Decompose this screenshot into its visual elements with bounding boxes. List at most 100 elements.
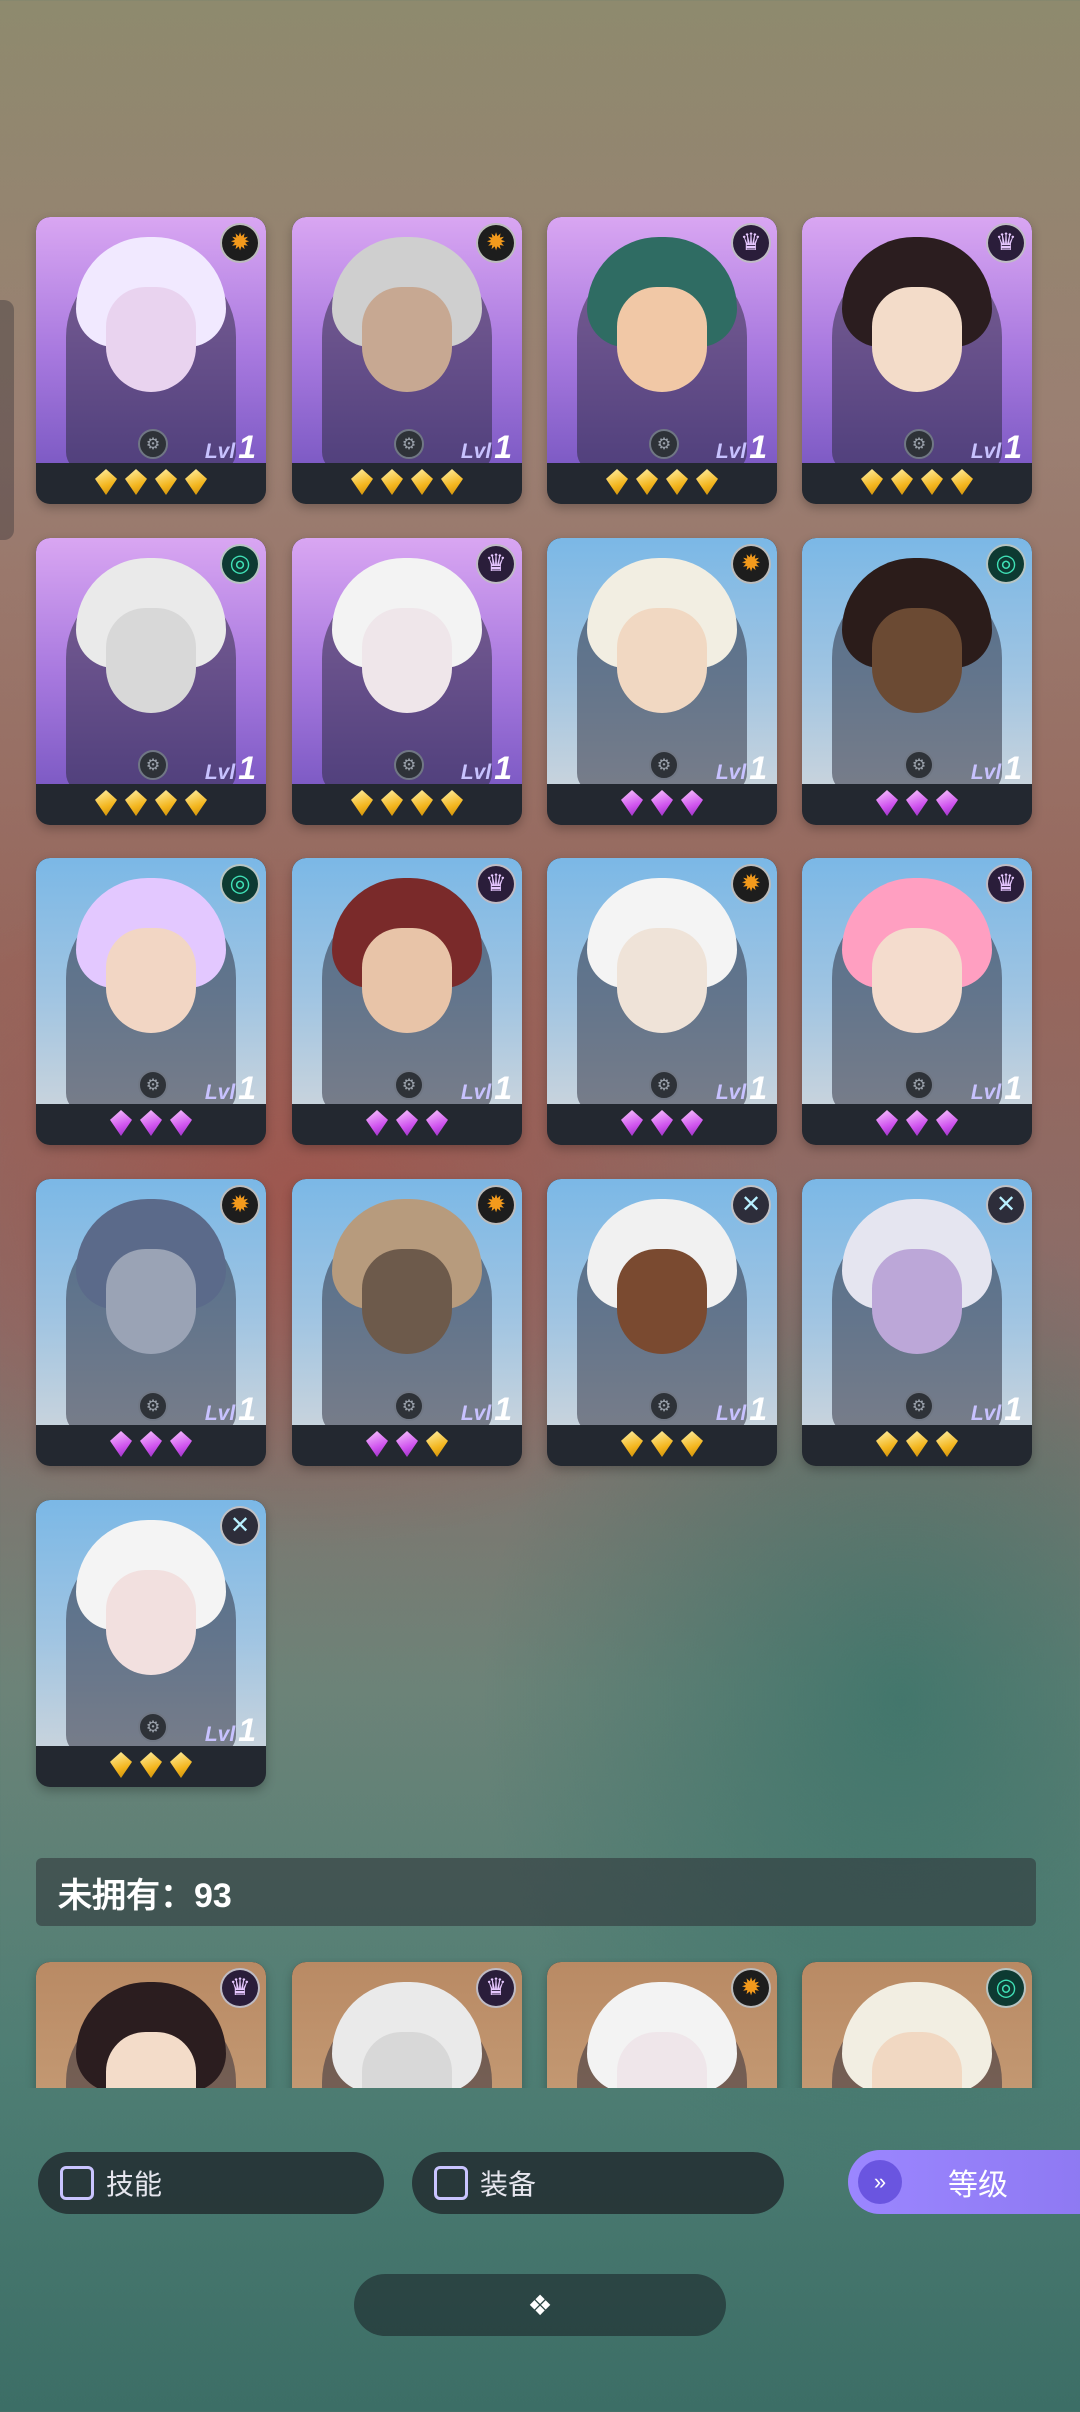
hero-face bbox=[106, 608, 196, 713]
rarity-gems bbox=[36, 1110, 266, 1140]
faction-sun-icon: ✹ bbox=[731, 1968, 771, 2008]
faction-dark-icon: ♛ bbox=[986, 223, 1026, 263]
hero-card[interactable]: ✹ bbox=[547, 1962, 777, 2088]
level-number: 1 bbox=[238, 1070, 256, 1106]
hero-card[interactable]: ♛ bbox=[36, 1962, 266, 2088]
gold-gem-icon bbox=[125, 790, 147, 816]
level-number: 1 bbox=[1004, 750, 1022, 786]
hero-face bbox=[106, 1249, 196, 1354]
hero-card[interactable]: ◎ ⚙ Lvl 1 bbox=[36, 538, 266, 825]
hero-card[interactable]: ✹ ⚙ Lvl 1 bbox=[292, 217, 522, 504]
equipment-slot-icon: ⚙ bbox=[649, 429, 679, 459]
hero-face bbox=[362, 928, 452, 1033]
level-label: Lvl bbox=[460, 1081, 492, 1104]
level-number: 1 bbox=[238, 429, 256, 465]
equipment-slot-icon: ⚙ bbox=[649, 1391, 679, 1421]
hero-card[interactable]: ✹ ⚙ Lvl 1 bbox=[292, 1179, 522, 1466]
equipment-slot-icon: ⚙ bbox=[394, 1391, 424, 1421]
faction-dark-icon: ♛ bbox=[476, 1968, 516, 2008]
hero-face bbox=[106, 287, 196, 392]
hero-card[interactable]: ♛ bbox=[292, 1962, 522, 2088]
gold-gem-icon bbox=[651, 1431, 673, 1457]
hero-level: Lvl 1 bbox=[716, 1070, 767, 1106]
hero-card[interactable]: ✕ ⚙ Lvl 1 bbox=[802, 1179, 1032, 1466]
hero-level: Lvl 1 bbox=[205, 750, 256, 786]
hero-card[interactable]: ✕ ⚙ Lvl 1 bbox=[36, 1500, 266, 1787]
faction-nature-icon: ◎ bbox=[986, 1968, 1026, 2008]
level-number: 1 bbox=[238, 750, 256, 786]
rarity-gems bbox=[547, 1110, 777, 1140]
hero-level: Lvl 1 bbox=[461, 1070, 512, 1106]
hero-card[interactable]: ♛ ⚙ Lvl 1 bbox=[292, 538, 522, 825]
level-label: Lvl bbox=[460, 440, 492, 463]
gold-gem-icon bbox=[155, 790, 177, 816]
hero-card[interactable]: ♛ ⚙ Lvl 1 bbox=[292, 858, 522, 1145]
equipment-filter-label: 装备 bbox=[480, 2169, 537, 2200]
level-label: Lvl bbox=[204, 761, 236, 784]
hero-face bbox=[362, 608, 452, 713]
equipment-slot-icon: ⚙ bbox=[138, 1712, 168, 1742]
level-number: 1 bbox=[1004, 1391, 1022, 1427]
hero-level: Lvl 1 bbox=[205, 1070, 256, 1106]
collapse-icon: ❖ bbox=[527, 2289, 553, 2321]
faction-sun-icon: ✹ bbox=[731, 864, 771, 904]
gold-gem-icon bbox=[381, 790, 403, 816]
level-label: Lvl bbox=[460, 761, 492, 784]
equipment-checkbox[interactable] bbox=[434, 2166, 468, 2200]
hero-card[interactable]: ✹ ⚙ Lvl 1 bbox=[36, 1179, 266, 1466]
skill-filter-toggle[interactable]: 技能 bbox=[38, 2152, 384, 2214]
hero-level: Lvl 1 bbox=[461, 429, 512, 465]
level-label: Lvl bbox=[204, 1081, 236, 1104]
purple-gem-icon bbox=[651, 790, 673, 816]
hero-card[interactable]: ✹ ⚙ Lvl 1 bbox=[36, 217, 266, 504]
level-label: Lvl bbox=[970, 1081, 1002, 1104]
faction-arcane-icon: ✕ bbox=[731, 1185, 771, 1225]
hero-level: Lvl 1 bbox=[205, 1712, 256, 1748]
equipment-slot-icon: ⚙ bbox=[904, 1391, 934, 1421]
faction-dark-icon: ♛ bbox=[220, 1968, 260, 2008]
level-number: 1 bbox=[749, 1070, 767, 1106]
hero-face bbox=[617, 608, 707, 713]
hero-card[interactable]: ◎ ⚙ Lvl 1 bbox=[36, 858, 266, 1145]
rarity-gems bbox=[36, 790, 266, 820]
hero-card[interactable]: ✕ ⚙ Lvl 1 bbox=[547, 1179, 777, 1466]
gold-gem-icon bbox=[621, 1431, 643, 1457]
hero-level: Lvl 1 bbox=[971, 1070, 1022, 1106]
gold-gem-icon bbox=[351, 469, 373, 495]
faction-nature-icon: ◎ bbox=[986, 544, 1026, 584]
hero-card[interactable]: ♛ ⚙ Lvl 1 bbox=[802, 217, 1032, 504]
hero-card[interactable]: ◎ bbox=[802, 1962, 1032, 2088]
collapse-button[interactable]: ❖ bbox=[354, 2274, 726, 2336]
hero-card[interactable]: ✹ ⚙ Lvl 1 bbox=[547, 538, 777, 825]
equipment-slot-icon: ⚙ bbox=[904, 429, 934, 459]
hero-card[interactable]: ✹ ⚙ Lvl 1 bbox=[547, 858, 777, 1145]
rarity-gems bbox=[36, 1752, 266, 1782]
hero-level: Lvl 1 bbox=[971, 750, 1022, 786]
sort-by-level-button[interactable]: » 等级 bbox=[848, 2150, 1080, 2214]
purple-gem-icon bbox=[366, 1110, 388, 1136]
equipment-slot-icon: ⚙ bbox=[138, 1070, 168, 1100]
level-label: Lvl bbox=[204, 1402, 236, 1425]
equipment-slot-icon: ⚙ bbox=[904, 750, 934, 780]
rarity-gems bbox=[802, 790, 1032, 820]
hero-card[interactable]: ◎ ⚙ Lvl 1 bbox=[802, 538, 1032, 825]
side-drawer-handle[interactable] bbox=[0, 300, 14, 540]
level-label: Lvl bbox=[204, 440, 236, 463]
gold-gem-icon bbox=[441, 790, 463, 816]
hero-card[interactable]: ♛ ⚙ Lvl 1 bbox=[547, 217, 777, 504]
equipment-slot-icon: ⚙ bbox=[649, 1070, 679, 1100]
gold-gem-icon bbox=[891, 469, 913, 495]
skill-checkbox[interactable] bbox=[60, 2166, 94, 2200]
faction-arcane-icon: ✕ bbox=[220, 1506, 260, 1546]
purple-gem-icon bbox=[426, 1110, 448, 1136]
gold-gem-icon bbox=[696, 469, 718, 495]
gold-gem-icon bbox=[921, 469, 943, 495]
level-number: 1 bbox=[238, 1712, 256, 1748]
purple-gem-icon bbox=[936, 790, 958, 816]
level-label: Lvl bbox=[970, 1402, 1002, 1425]
hero-card[interactable]: ♛ ⚙ Lvl 1 bbox=[802, 858, 1032, 1145]
equipment-filter-toggle[interactable]: 装备 bbox=[412, 2152, 784, 2214]
rarity-gems bbox=[802, 469, 1032, 499]
faction-sun-icon: ✹ bbox=[476, 1185, 516, 1225]
purple-gem-icon bbox=[110, 1110, 132, 1136]
